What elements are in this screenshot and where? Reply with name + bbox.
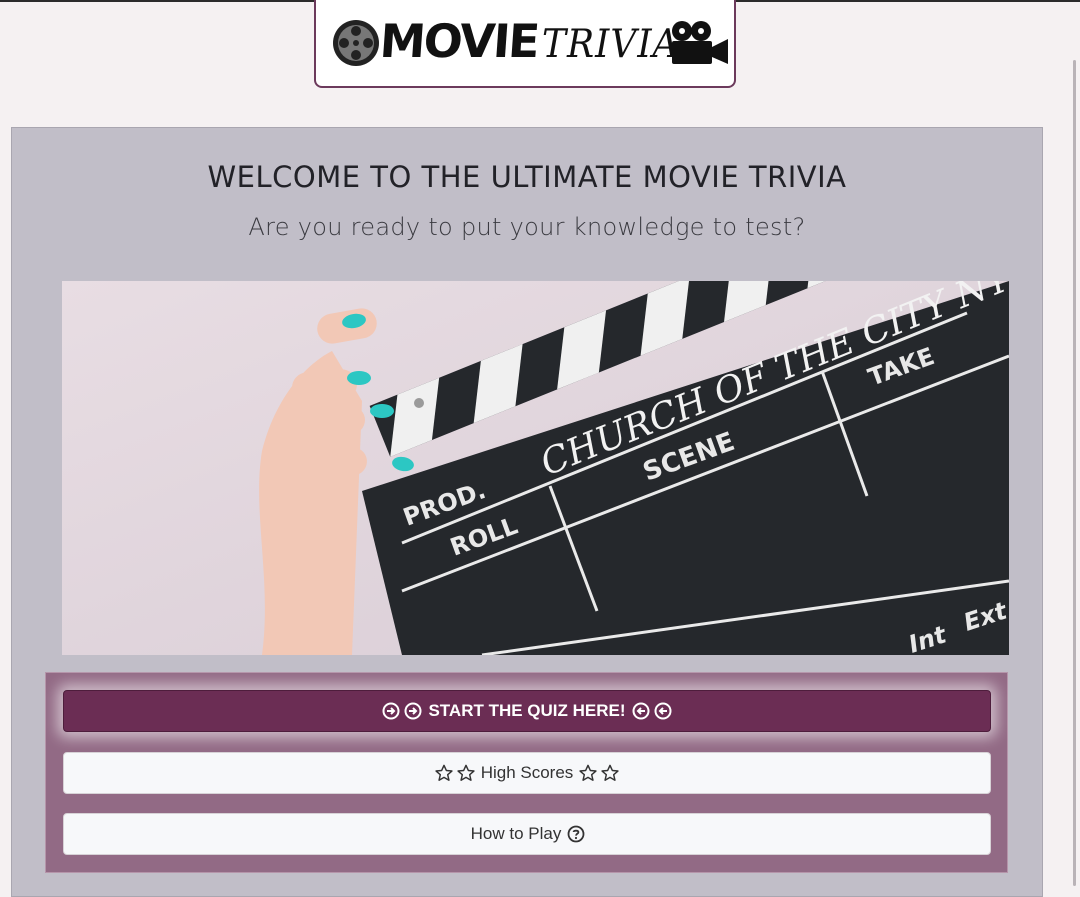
how-to-play-label: How to Play <box>470 824 562 843</box>
start-quiz-label: START THE QUIZ HERE! <box>428 701 626 720</box>
clapperboard-hero-image: PROD. ROLL SCENE TAKE Int Ext CHURCH OF … <box>62 281 1009 655</box>
high-scores-label: High Scores <box>480 763 574 782</box>
arrow-circle-right-icon <box>382 702 400 720</box>
start-quiz-button[interactable]: START THE QUIZ HERE! <box>63 690 991 732</box>
how-to-play-button[interactable]: How to Play <box>63 813 991 855</box>
site-logo[interactable]: MOVIE TRIVIA <box>314 0 736 88</box>
star-outline-icon <box>457 764 475 782</box>
arrow-circle-left-icon <box>632 702 650 720</box>
star-outline-icon <box>579 764 597 782</box>
high-scores-button[interactable]: High Scores <box>63 752 991 794</box>
scrollbar[interactable] <box>1073 60 1076 886</box>
film-reel-icon <box>333 20 379 66</box>
movie-camera-icon <box>672 21 728 64</box>
page-title: WELCOME TO THE ULTIMATE MOVIE TRIVIA <box>207 160 847 194</box>
star-outline-icon <box>601 764 619 782</box>
page-subtitle: Are you ready to put your knowledge to t… <box>248 213 806 241</box>
question-circle-icon <box>567 825 585 843</box>
arrow-circle-left-icon <box>654 702 672 720</box>
star-outline-icon <box>435 764 453 782</box>
arrow-circle-right-icon <box>404 702 422 720</box>
logo-movie-text: MOVIE <box>378 14 540 68</box>
logo-trivia-text: TRIVIA <box>542 21 680 68</box>
